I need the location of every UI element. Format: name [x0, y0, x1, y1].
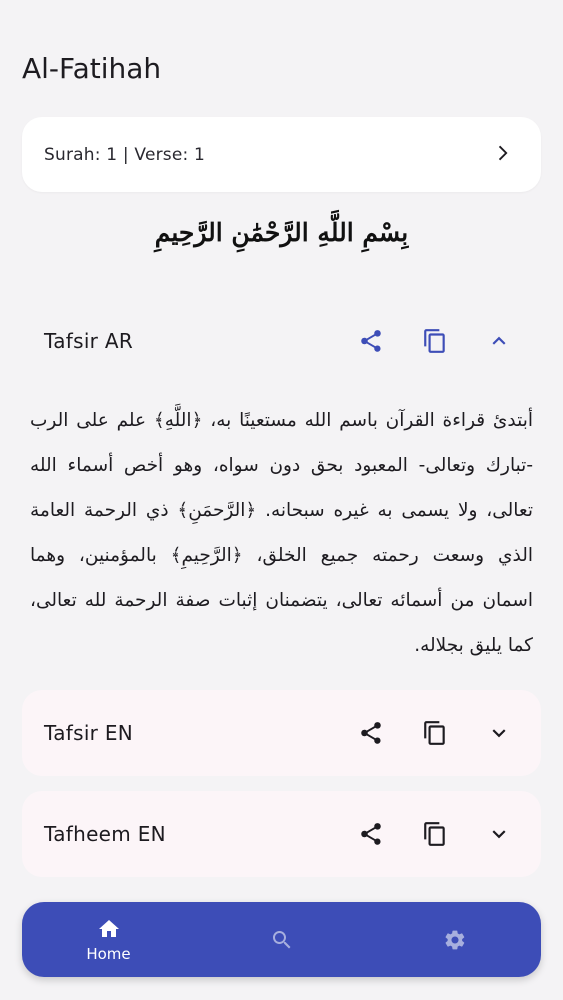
chevron-down-icon[interactable] [479, 814, 519, 854]
search-icon [272, 930, 290, 948]
chevron-right-icon[interactable] [491, 142, 513, 168]
surah-verse-selector[interactable]: Surah: 1 | Verse: 1 [22, 117, 541, 192]
share-icon[interactable] [351, 321, 391, 361]
share-icon[interactable] [351, 814, 391, 854]
section-header-tafsir-ar[interactable]: Tafsir AR [22, 298, 541, 384]
page-title: Al-Fatihah [22, 52, 162, 85]
chevron-down-icon[interactable] [479, 713, 519, 753]
surah-verse-label: Surah: 1 | Verse: 1 [44, 144, 206, 165]
tafsir-ar-text: أبتدئ قراءة القرآن باسم الله مستعينًا به… [30, 410, 533, 656]
section-header-tafsir-en[interactable]: Tafsir EN [22, 690, 541, 776]
nav-item-home[interactable]: Home [49, 917, 169, 963]
share-icon[interactable] [351, 713, 391, 753]
nav-item-settings[interactable] [395, 928, 515, 952]
verse-arabic-text: بِسْمِ اللَّهِ الرَّحْمَٰنِ الرَّحِيمِ [154, 218, 409, 247]
nav-label-home: Home [86, 944, 131, 963]
settings-icon [445, 930, 464, 949]
section-title: Tafsir EN [44, 721, 134, 745]
copy-icon[interactable] [415, 814, 455, 854]
chevron-up-icon[interactable] [479, 321, 519, 361]
home-icon [98, 919, 119, 937]
section-header-tafheem-en[interactable]: Tafheem EN [22, 791, 541, 877]
nav-item-search[interactable] [222, 928, 342, 952]
section-title: Tafheem EN [44, 822, 166, 846]
copy-icon[interactable] [415, 321, 455, 361]
copy-icon[interactable] [415, 713, 455, 753]
section-title: Tafsir AR [44, 329, 134, 353]
bottom-navigation: Home [22, 902, 541, 977]
